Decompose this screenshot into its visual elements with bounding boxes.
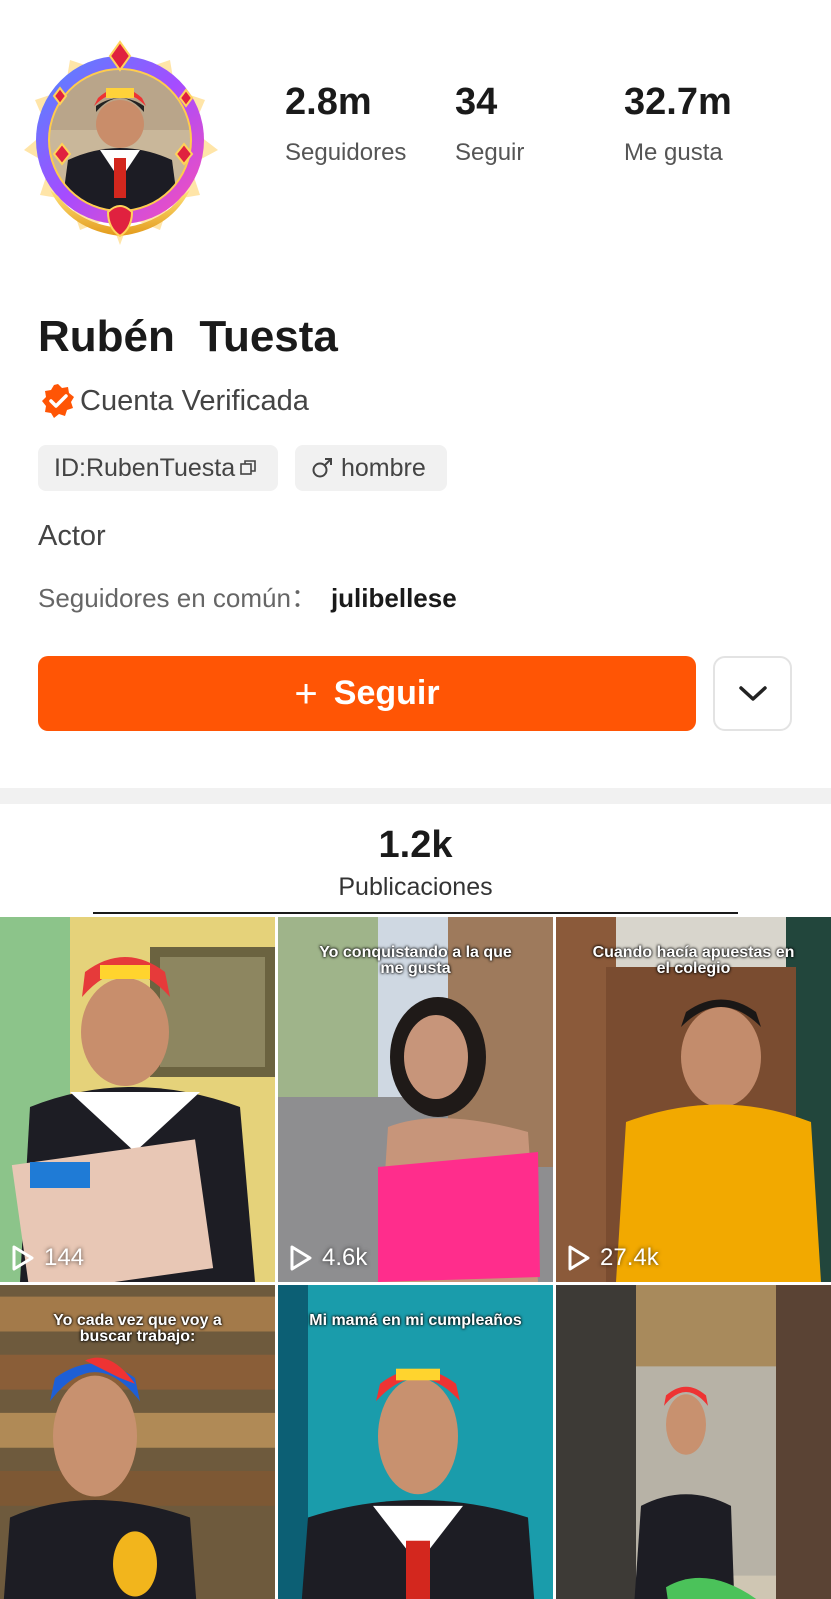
publications-label: Publicaciones — [338, 873, 493, 901]
play-icon — [568, 1245, 590, 1271]
follow-button[interactable]: + Seguir — [38, 656, 696, 731]
video-thumbnail-image — [278, 1285, 553, 1599]
view-count: 27.4k — [566, 1244, 659, 1272]
profile-avatar[interactable] — [20, 40, 226, 250]
following-label: Seguir — [455, 139, 525, 166]
verified-label: Cuenta Verificada — [80, 384, 309, 417]
male-icon — [312, 458, 332, 478]
view-count-label: 4.6k — [322, 1244, 368, 1271]
chevron-down-icon — [738, 685, 767, 701]
view-count-label: 144 — [44, 1244, 85, 1271]
video-caption: Yo conquistando a la que me gusta — [319, 944, 512, 977]
video-thumbnail[interactable]: 144 — [0, 917, 275, 1282]
likes-label: Me gusta — [624, 139, 723, 166]
likes-stat[interactable]: 32.7m Me gusta — [624, 78, 732, 168]
likes-count: 32.7m — [624, 81, 732, 123]
video-thumbnail[interactable]: Mi mamá en mi cumpleaños — [278, 1285, 553, 1599]
view-count: 144 — [10, 1244, 84, 1272]
mutual-followers[interactable]: Seguidores en común： julibellese — [38, 578, 457, 615]
video-thumbnail[interactable]: Yo cada vez que voy a buscar trabajo: — [0, 1285, 275, 1599]
plus-icon: + — [294, 671, 318, 716]
follow-label: Seguir — [333, 674, 440, 712]
verified-status: Cuenta Verificada — [40, 383, 309, 419]
following-count: 34 — [455, 81, 498, 123]
video-thumbnail-image — [0, 917, 275, 1282]
mutual-followers-label: Seguidores en común： — [38, 583, 317, 613]
video-thumbnail[interactable] — [556, 1285, 831, 1599]
video-caption: Mi mamá en mi cumpleaños — [309, 1312, 522, 1329]
video-grid: 144 Yo conquistando a la que me gusta 4.… — [0, 917, 831, 1599]
user-id-label: ID:RubenTuesta — [54, 453, 236, 482]
followers-stat[interactable]: 2.8m Seguidores — [285, 78, 406, 168]
copy-icon[interactable] — [239, 459, 257, 477]
more-options-button[interactable] — [713, 656, 792, 731]
publications-count: 1.2k — [378, 824, 453, 866]
view-count-label: 27.4k — [600, 1244, 659, 1271]
gender-tag: hombre — [295, 445, 447, 491]
profile-name: Rubén Tuesta — [38, 312, 338, 361]
video-thumbnail[interactable]: Yo conquistando a la que me gusta 4.6k — [278, 917, 553, 1282]
video-thumbnail[interactable]: Cuando hacía apuestas en el colegio 27.4… — [556, 917, 831, 1282]
user-id-tag[interactable]: ID:RubenTuesta — [38, 445, 278, 491]
followers-count: 2.8m — [285, 81, 372, 123]
play-icon — [12, 1245, 34, 1271]
play-icon — [290, 1245, 312, 1271]
video-caption: Yo cada vez que voy a buscar trabajo: — [53, 1312, 222, 1345]
mutual-follower-user[interactable]: julibellese — [331, 583, 457, 613]
video-caption: Cuando hacía apuestas en el colegio — [592, 944, 795, 977]
following-stat[interactable]: 34 Seguir — [455, 78, 524, 168]
followers-label: Seguidores — [285, 139, 407, 166]
view-count: 4.6k — [288, 1244, 367, 1272]
verified-badge-icon — [42, 384, 74, 418]
gender-label: hombre — [341, 453, 426, 482]
tab-publications[interactable]: 1.2k Publicaciones — [93, 820, 738, 914]
video-thumbnail-image — [556, 1285, 831, 1599]
avatar-frame — [24, 40, 218, 245]
section-divider — [0, 788, 831, 804]
bio-text: Actor — [38, 520, 106, 552]
